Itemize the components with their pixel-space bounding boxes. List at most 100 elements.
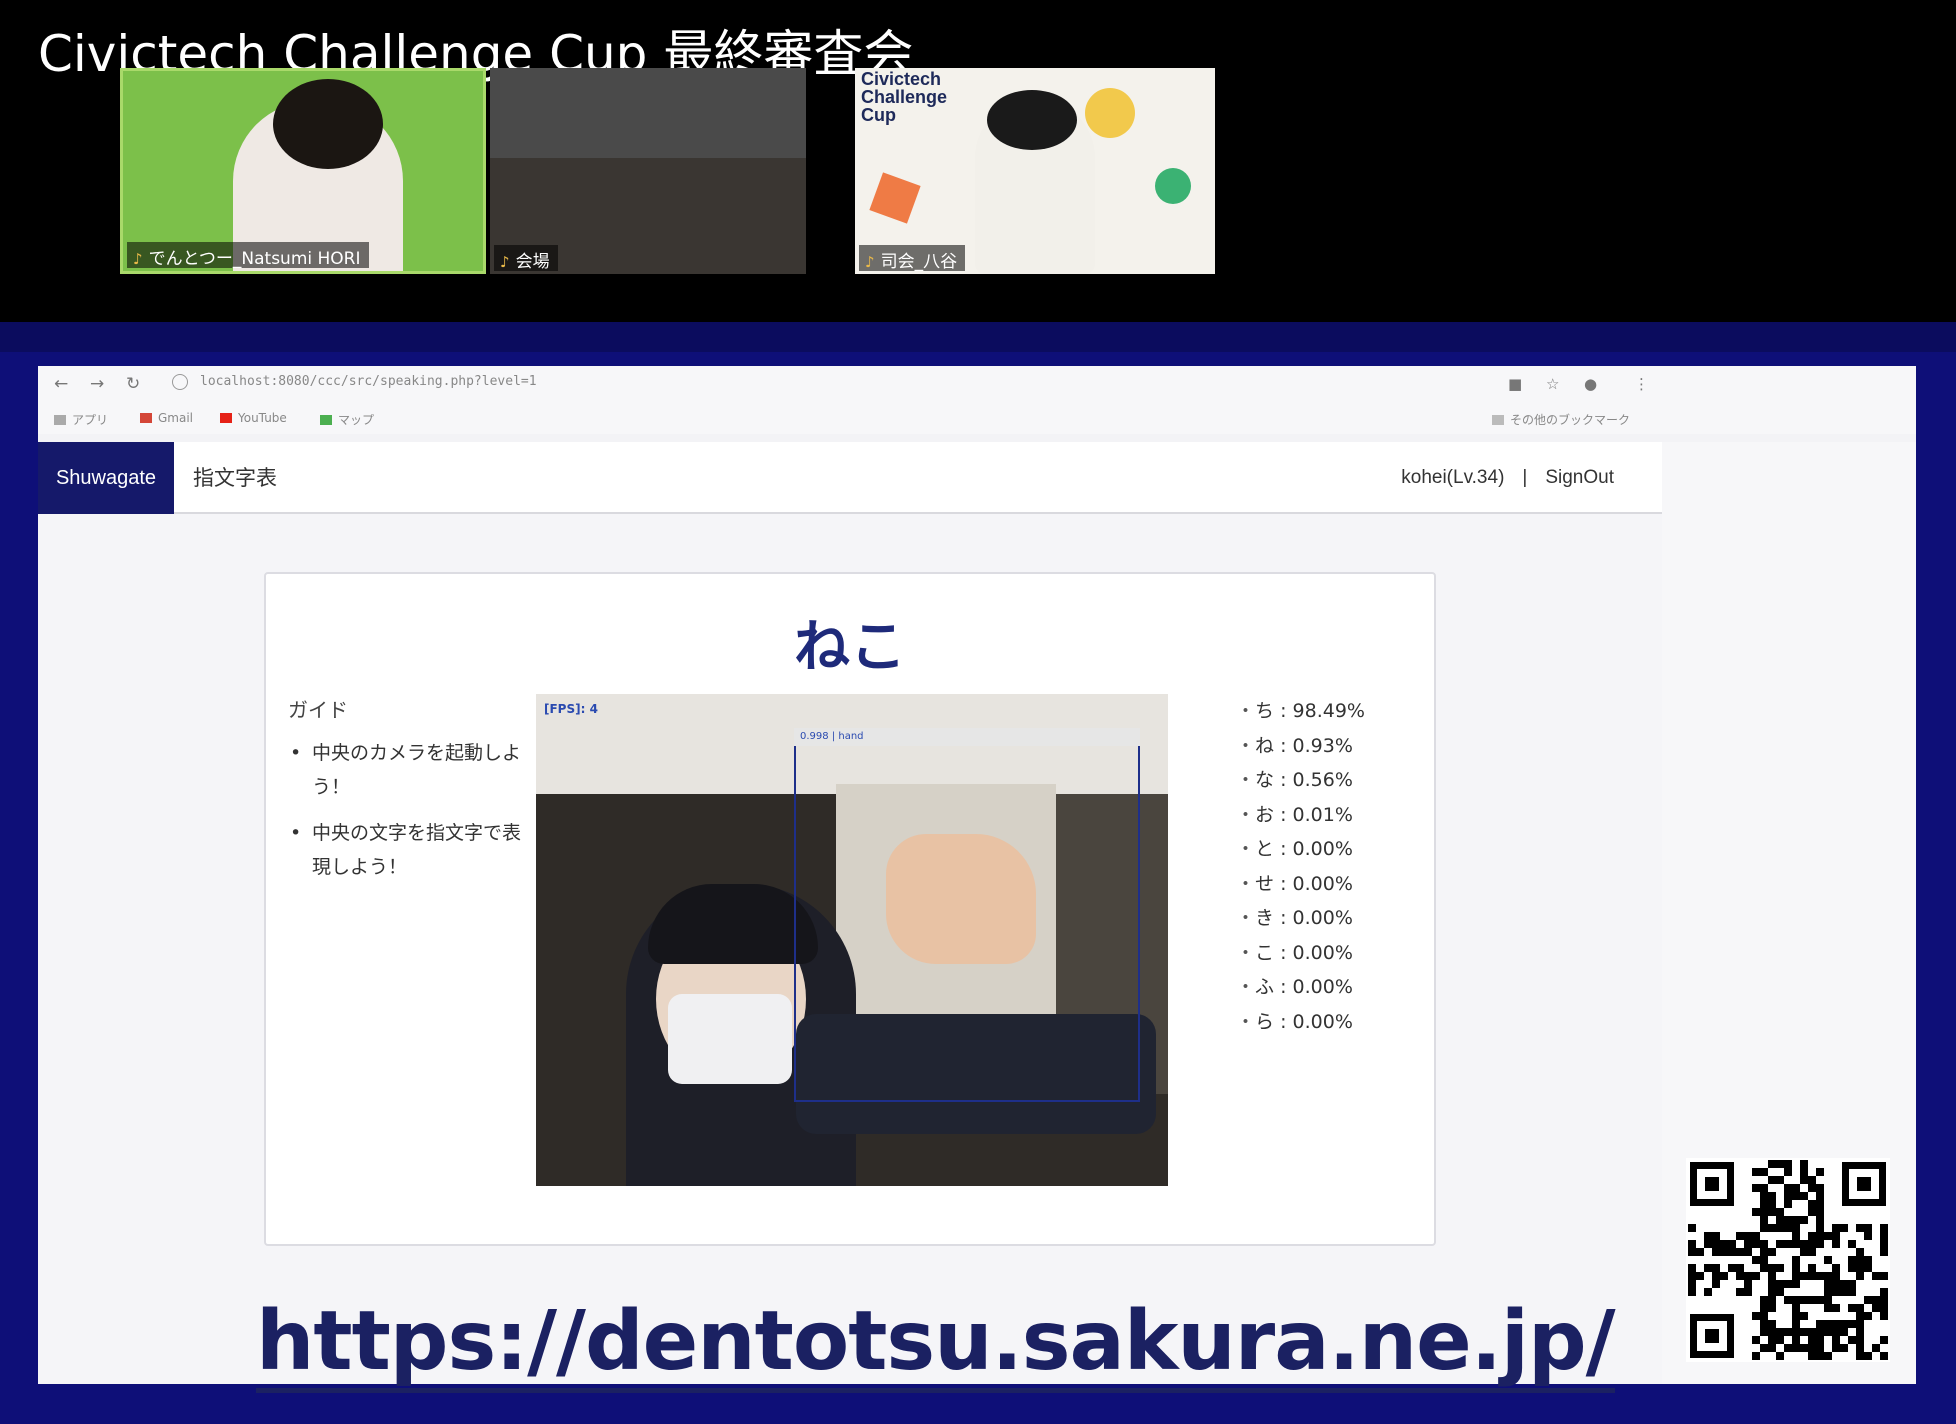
bookmark-star-icon[interactable]: ☆ [1546,375,1559,393]
qr-module [1760,1184,1768,1192]
qr-module [1816,1200,1824,1208]
prediction-char: き [1255,907,1275,929]
qr-module [1808,1264,1816,1272]
camera-feed[interactable]: [FPS]: 4 0.998 | hand [536,694,1168,1186]
guide-item: 中央の文字を指文字で表現しよう！ [288,816,528,884]
forward-icon[interactable]: → [90,374,104,394]
qr-module [1752,1256,1760,1264]
prediction-item: ら : 0.00% [1236,1005,1365,1040]
prediction-item: ち : 98.49% [1236,694,1365,729]
qr-module [1816,1344,1824,1352]
prediction-separator: : [1274,700,1293,722]
bookmark-gmail[interactable]: Gmail [140,411,193,425]
screen-share-top-strip [0,322,1956,352]
maps-icon [320,415,332,425]
prediction-item: な : 0.56% [1236,763,1365,798]
qr-module [1816,1184,1824,1192]
qr-module [1720,1272,1728,1280]
qr-module [1760,1256,1768,1264]
qr-module [1768,1304,1776,1312]
camera-indicator-icon[interactable]: ■ [1508,375,1522,393]
qr-module [1800,1168,1808,1176]
qr-module [1816,1352,1824,1360]
camera-person-mask [668,994,792,1084]
user-name[interactable]: kohei(Lv.34) [1401,467,1504,488]
qr-module [1880,1224,1888,1232]
nav-fingerspelling-chart[interactable]: 指文字表 [193,442,277,514]
qr-module [1816,1272,1824,1280]
bg-shape-yellow [1085,88,1135,138]
qr-module [1832,1328,1840,1336]
qr-module [1768,1224,1776,1232]
qr-module [1728,1264,1736,1272]
bookmark-maps[interactable]: マップ [320,411,374,428]
qr-module [1744,1248,1752,1256]
qr-module [1792,1296,1800,1304]
qr-module [1848,1288,1856,1296]
video-tile-participant-1[interactable]: ♪ でんとつー_Natsumi HORI [120,68,486,274]
qr-module [1712,1248,1720,1256]
qr-module [1808,1232,1816,1240]
qr-module [1720,1248,1728,1256]
video-tile-participant-2[interactable]: ♪ 会場 [490,68,806,274]
qr-module [1768,1264,1776,1272]
qr-module [1864,1312,1872,1320]
qr-finder-top-right [1842,1162,1886,1206]
qr-module [1872,1272,1880,1280]
qr-module [1800,1312,1808,1320]
qr-module [1792,1344,1800,1352]
menu-kebab-icon[interactable]: ⋮ [1634,375,1649,393]
qr-module [1768,1248,1776,1256]
qr-module [1720,1240,1728,1248]
qr-module [1824,1232,1832,1240]
qr-module [1784,1240,1792,1248]
address-bar[interactable]: localhost:8080/ccc/src/speaking.php?leve… [200,374,537,389]
qr-module [1832,1232,1840,1240]
qr-module [1736,1264,1744,1272]
qr-module [1816,1320,1824,1328]
guide-list: 中央のカメラを起動しよう！ 中央の文字を指文字で表現しよう！ [288,736,528,896]
back-icon[interactable]: ← [54,374,68,394]
folder-icon [1492,415,1504,425]
prediction-separator: : [1274,838,1293,860]
brand-link[interactable]: Shuwagate [38,442,174,514]
qr-module [1752,1168,1760,1176]
qr-module [1784,1200,1792,1208]
prediction-char: こ [1255,941,1275,964]
qr-module [1824,1280,1832,1288]
qr-module [1760,1240,1768,1248]
qr-module [1792,1264,1800,1272]
signout-link[interactable]: SignOut [1545,467,1614,488]
browser-toolbar: ← → ↻ localhost:8080/ccc/src/speaking.ph… [38,366,1916,404]
qr-module [1864,1264,1872,1272]
qr-module [1824,1320,1832,1328]
video-tile-participant-3[interactable]: Civictech Challenge Cup ♪ 司会_八谷 [855,68,1215,274]
qr-module [1816,1168,1824,1176]
qr-module [1744,1272,1752,1280]
qr-module [1736,1232,1744,1240]
participant-2-video [490,68,806,158]
qr-module [1776,1176,1784,1184]
target-word: ねこ [794,615,906,680]
practice-card: ねこ ガイド 中央のカメラを起動しよう！ 中央の文字を指文字で表現しよう！ [F… [264,572,1436,1246]
extension-icon[interactable]: ● [1584,375,1597,393]
qr-module [1688,1248,1696,1256]
qr-module [1776,1240,1784,1248]
qr-module [1800,1344,1808,1352]
qr-module [1840,1344,1848,1352]
app-navbar: Shuwagate 指文字表 kohei(Lv.34) | SignOut [38,442,1662,514]
other-bookmarks[interactable]: その他のブックマーク [1492,411,1630,428]
bookmark-youtube[interactable]: YouTube [220,411,287,425]
qr-module [1752,1272,1760,1280]
prediction-char: ら [1255,1010,1275,1033]
qr-module [1784,1344,1792,1352]
qr-module [1832,1320,1840,1328]
qr-module [1768,1328,1776,1336]
prediction-percent: 0.00% [1292,941,1353,964]
bookmark-apps[interactable]: アプリ [54,411,108,428]
site-info-icon[interactable] [172,374,188,390]
reload-icon[interactable]: ↻ [126,374,140,394]
qr-module [1768,1192,1776,1200]
qr-code [1686,1158,1890,1362]
participant-1-label: ♪ でんとつー_Natsumi HORI [127,242,369,269]
